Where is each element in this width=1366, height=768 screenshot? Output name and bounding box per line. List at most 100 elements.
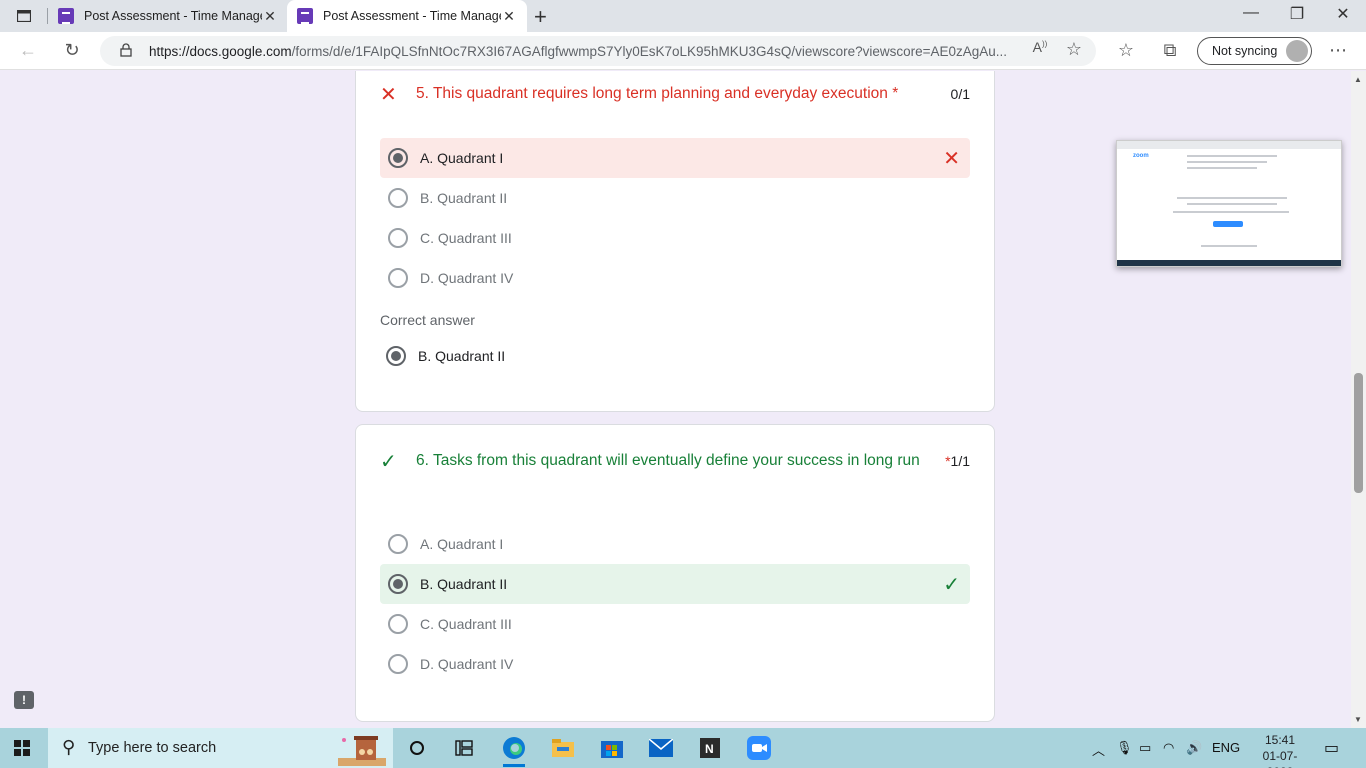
option-label: D. Quadrant IV	[420, 270, 514, 286]
option-b[interactable]: B. Quadrant II	[380, 178, 970, 218]
avatar	[1286, 40, 1308, 62]
option-label: C. Quadrant III	[420, 616, 512, 632]
incorrect-icon: ✕	[380, 84, 397, 106]
profile-sync-button[interactable]: Not syncing	[1197, 37, 1312, 65]
language-indicator[interactable]: ENG	[1212, 740, 1240, 755]
tab-actions-icon[interactable]	[10, 6, 38, 26]
search-placeholder: Type here to search	[88, 740, 217, 756]
tab-post-assessment-1[interactable]: Post Assessment - Time Manage ✕	[48, 0, 288, 32]
option-label: B. Quadrant II	[420, 576, 508, 592]
option-label: C. Quadrant III	[420, 230, 512, 246]
question-text: 6. Tasks from this quadrant will eventua…	[416, 452, 920, 469]
windows-taskbar: ⚲ Type here to search N ︿ 🎙 ▭ ◠ 🔊 ENG 15…	[0, 728, 1366, 768]
more-menu-icon[interactable]: ⋯	[1326, 40, 1350, 61]
close-window-button[interactable]: ✕	[1320, 4, 1366, 24]
collections-icon[interactable]: ⧉	[1158, 40, 1182, 61]
radio-button[interactable]	[388, 534, 408, 554]
radio-button[interactable]	[388, 654, 408, 674]
clock-date: 01-07-2022	[1262, 749, 1298, 768]
wifi-icon[interactable]: ◠	[1163, 740, 1174, 756]
incorrect-icon: ✕	[943, 147, 960, 170]
minimize-button[interactable]: —	[1228, 4, 1274, 22]
option-d[interactable]: D. Quadrant IV	[380, 258, 970, 298]
tab-post-assessment-2[interactable]: Post Assessment - Time Manage ✕	[287, 0, 527, 32]
question-score: *1/1	[945, 453, 970, 469]
volume-icon[interactable]: 🔊	[1186, 740, 1202, 756]
question-header: ✓ 6. Tasks from this quadrant will event…	[380, 449, 970, 474]
question-header: ✕ 5. This quadrant requires long term pl…	[380, 82, 970, 107]
question-text: 5. This quadrant requires long term plan…	[416, 85, 899, 102]
correct-answer-label: B. Quadrant II	[418, 348, 506, 364]
google-forms-icon	[297, 8, 313, 24]
option-a[interactable]: A. Quadrant I	[380, 524, 970, 564]
search-highlight-illustration-icon	[338, 736, 386, 766]
report-feedback-icon[interactable]: !	[14, 691, 34, 709]
question-card-5: ✕ 5. This quadrant requires long term pl…	[355, 71, 995, 412]
scroll-up-icon[interactable]: ▲	[1354, 75, 1362, 84]
screen-share-thumbnail[interactable]: zoom	[1116, 140, 1342, 267]
option-label: A. Quadrant I	[420, 536, 504, 552]
tab-title: Post Assessment - Time Manage	[84, 9, 262, 23]
question-card-6: ✓ 6. Tasks from this quadrant will event…	[355, 424, 995, 722]
option-label: D. Quadrant IV	[420, 656, 514, 672]
option-c[interactable]: C. Quadrant III	[380, 604, 970, 644]
radio-selected	[386, 346, 406, 366]
back-arrow-icon[interactable]: ←	[16, 40, 40, 61]
radio-selected[interactable]	[388, 574, 408, 594]
option-d[interactable]: D. Quadrant IV	[380, 644, 970, 684]
check-icon: ✓	[380, 451, 397, 473]
refresh-icon[interactable]: ↻	[60, 40, 84, 61]
page-scrollbar[interactable]: ▲ ▼	[1351, 71, 1366, 728]
notifications-icon[interactable]: ▭	[1324, 738, 1339, 758]
option-a[interactable]: A. Quadrant I ✕	[380, 138, 970, 178]
radio-button[interactable]	[388, 614, 408, 634]
check-icon: ✓	[943, 573, 960, 596]
taskbar-clock[interactable]: 15:41 01-07-2022	[1250, 732, 1310, 768]
search-icon: ⚲	[62, 737, 76, 757]
battery-icon[interactable]: ▭	[1139, 740, 1151, 756]
scroll-down-icon[interactable]: ▼	[1354, 715, 1362, 724]
close-tab-icon[interactable]: ✕	[501, 8, 517, 25]
lock-icon[interactable]	[120, 43, 132, 57]
mail-icon[interactable]	[646, 734, 676, 762]
add-favorite-icon[interactable]: ☆	[1062, 39, 1086, 60]
radio-button[interactable]	[388, 188, 408, 208]
radio-button[interactable]	[388, 268, 408, 288]
sync-label: Not syncing	[1212, 44, 1278, 58]
navigation-bar: ← ↻ https://docs.google.com/forms/d/e/1F…	[0, 32, 1366, 70]
google-forms-icon	[58, 8, 74, 24]
read-aloud-icon[interactable]: A))	[1028, 39, 1052, 55]
tab-strip: Post Assessment - Time Manage ✕ Post Ass…	[0, 0, 1366, 32]
new-tab-button[interactable]: +	[534, 4, 547, 30]
radio-selected[interactable]	[388, 148, 408, 168]
form-page: ✕ 5. This quadrant requires long term pl…	[0, 71, 1351, 728]
address-bar[interactable]: https://docs.google.com/forms/d/e/1FAIpQ…	[100, 36, 1096, 66]
option-label: A. Quadrant I	[420, 150, 504, 166]
zoom-logo: zoom	[1133, 153, 1149, 159]
favorites-icon[interactable]: ☆	[1114, 40, 1138, 61]
option-c[interactable]: C. Quadrant III	[380, 218, 970, 258]
taskbar-search-box[interactable]: ⚲ Type here to search	[48, 728, 393, 768]
close-tab-icon[interactable]: ✕	[262, 8, 278, 25]
radio-button[interactable]	[388, 228, 408, 248]
show-hidden-icons-icon[interactable]: ︿	[1092, 740, 1105, 759]
cortana-icon[interactable]	[402, 734, 432, 762]
clock-time: 15:41	[1264, 733, 1296, 747]
url-text[interactable]: https://docs.google.com/forms/d/e/1FAIpQ…	[149, 44, 1029, 59]
windows-start-icon[interactable]	[14, 740, 30, 756]
file-explorer-icon[interactable]	[548, 734, 578, 762]
option-b[interactable]: B. Quadrant II ✓	[380, 564, 970, 604]
correct-answer-option: B. Quadrant II	[378, 336, 968, 376]
zoom-app-icon[interactable]	[744, 734, 774, 762]
microsoft-store-icon[interactable]	[597, 734, 627, 762]
notion-icon[interactable]: N	[695, 734, 725, 762]
question-score: 0/1	[950, 86, 970, 102]
tab-title: Post Assessment - Time Manage	[323, 9, 501, 23]
microphone-icon[interactable]: 🎙	[1116, 740, 1133, 756]
task-view-icon[interactable]	[449, 734, 479, 762]
restore-button[interactable]: ❐	[1274, 4, 1320, 24]
svg-text:N: N	[705, 742, 714, 756]
scrollbar-thumb[interactable]	[1354, 373, 1363, 493]
correct-answer-heading: Correct answer	[380, 312, 475, 328]
edge-browser-icon[interactable]	[499, 734, 529, 767]
